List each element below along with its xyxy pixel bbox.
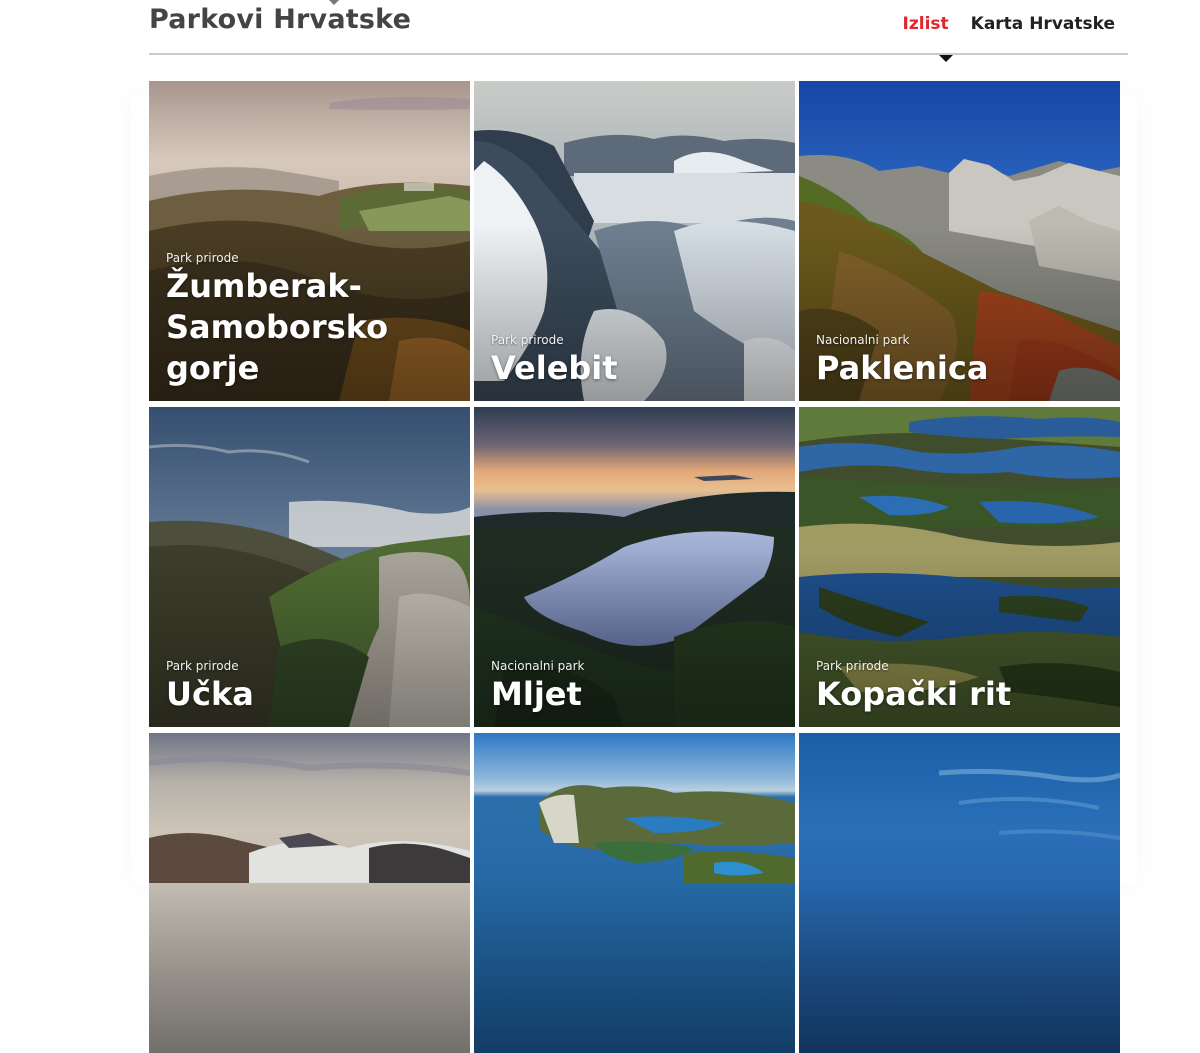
- park-name: Učka: [166, 675, 254, 713]
- park-card-paklenica[interactable]: Nacionalni park Paklenica: [799, 81, 1120, 401]
- parks-grid: Park prirode Žumberak-Samoborsko gorje P…: [149, 81, 1120, 1053]
- park-card-caption: [166, 1040, 460, 1041]
- park-card-mljet[interactable]: Nacionalni park Mljet: [474, 407, 795, 727]
- park-type-label: Park prirode: [816, 659, 889, 673]
- site-header: Parkovi Hrvatske Izlist Karta Hrvatske: [149, 0, 1128, 62]
- header-divider: [149, 53, 1128, 55]
- park-card-caption: [491, 1040, 785, 1041]
- park-type-label: Nacionalni park: [816, 333, 910, 347]
- park-name: Velebit: [491, 349, 618, 387]
- nav-karta-hrvatske[interactable]: Karta Hrvatske: [971, 14, 1115, 34]
- page-title: Parkovi Hrvatske: [149, 4, 412, 35]
- caret-down-icon: [329, 0, 339, 5]
- park-type-label: Park prirode: [166, 251, 239, 265]
- park-card-velebit[interactable]: Park prirode Velebit: [474, 81, 795, 401]
- park-card-caption: Nacionalni park Paklenica: [816, 333, 1110, 389]
- park-name: Paklenica: [816, 349, 989, 387]
- park-type-label: Nacionalni park: [491, 659, 585, 673]
- park-card-8[interactable]: [474, 733, 795, 1053]
- view-nav: Izlist Karta Hrvatske: [903, 14, 1115, 34]
- park-card-caption: Park prirode Učka: [166, 659, 460, 715]
- park-name: Kopački rit: [816, 675, 1012, 713]
- park-card-caption: Park prirode Žumberak-Samoborsko gorje: [166, 251, 460, 389]
- park-card-caption: Nacionalni park Mljet: [491, 659, 785, 715]
- park-name: Mljet: [491, 675, 582, 713]
- park-card-zumberak[interactable]: Park prirode Žumberak-Samoborsko gorje: [149, 81, 470, 401]
- park-card-caption: Park prirode Velebit: [491, 333, 785, 389]
- park-card-9[interactable]: [799, 733, 1120, 1053]
- park-type-label: Park prirode: [166, 659, 239, 673]
- park-card-7[interactable]: [149, 733, 470, 1053]
- park-card-caption: [816, 1040, 1110, 1041]
- park-card-caption: Park prirode Kopački rit: [816, 659, 1110, 715]
- park-card-ucka[interactable]: Park prirode Učka: [149, 407, 470, 727]
- park-type-label: Park prirode: [491, 333, 564, 347]
- active-tab-pointer-icon: [939, 55, 953, 62]
- park-card-kopacki-rit[interactable]: Park prirode Kopački rit: [799, 407, 1120, 727]
- park-name: Žumberak-Samoborsko gorje: [166, 267, 389, 387]
- nav-izlist[interactable]: Izlist: [903, 14, 949, 34]
